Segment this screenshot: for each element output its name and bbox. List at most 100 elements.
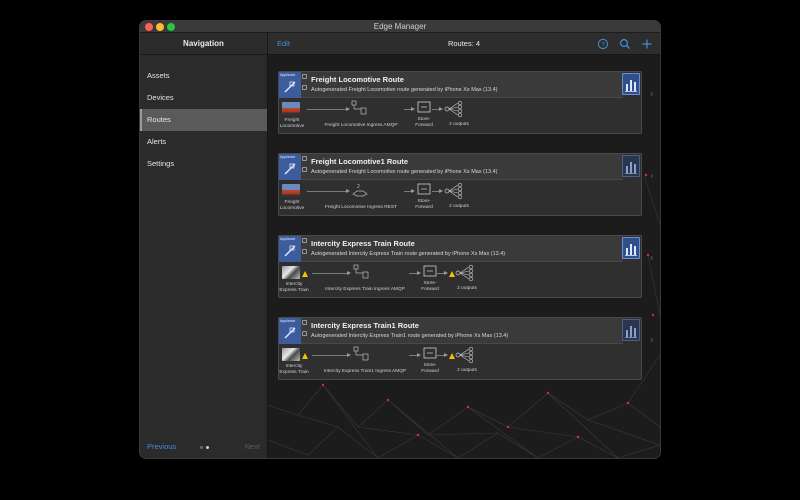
- lock-icon[interactable]: [302, 167, 307, 172]
- store-forward-line2: Forward: [421, 287, 439, 292]
- ingress-icon: [353, 346, 369, 361]
- flow-arrow-head: [411, 189, 415, 193]
- route-stats-button[interactable]: [622, 155, 640, 177]
- store-forward-line2: Forward: [415, 205, 433, 210]
- settings-icon[interactable]: [302, 74, 307, 79]
- bar-chart-icon: [625, 162, 637, 174]
- lock-icon[interactable]: [302, 249, 307, 254]
- route-stats-button[interactable]: [622, 237, 640, 259]
- warning-icon[interactable]: [302, 271, 308, 277]
- route-card[interactable]: Appliance Intercity Express Train1 Route…: [278, 317, 653, 380]
- route-flow: Freight Locomotive 2 Freight Locomotive …: [279, 182, 643, 216]
- title-bar: Edge Manager: [140, 21, 660, 33]
- page-dot-1[interactable]: [200, 446, 203, 449]
- settings-icon[interactable]: [302, 238, 307, 243]
- toolbar: Edit Routes: 4 ?: [268, 33, 660, 55]
- fanout-icon: [455, 346, 474, 364]
- route-title: Intercity Express Train1 Route: [311, 321, 419, 330]
- route-title: Intercity Express Train Route: [311, 239, 415, 248]
- source-label: Intercity Express Train: [279, 364, 309, 376]
- flow-arrow-head: [439, 107, 443, 111]
- chevron-right-icon[interactable]: ›: [650, 253, 653, 262]
- fanout-icon: [444, 100, 463, 118]
- next-button[interactable]: Next: [245, 442, 260, 451]
- flow-arrow-head: [346, 107, 350, 111]
- sidebar-item-devices[interactable]: Devices: [140, 87, 267, 109]
- locomotive-thumbnail: [282, 184, 300, 197]
- warning-icon[interactable]: [302, 353, 308, 359]
- flow-arrow-head: [347, 271, 351, 275]
- outputs-label: 2 outputs: [449, 122, 469, 127]
- ingress-icon: [353, 264, 369, 279]
- window-title: Edge Manager: [373, 22, 427, 31]
- flow-arrow-head: [347, 353, 351, 357]
- lock-icon[interactable]: [302, 331, 307, 336]
- source-label: Freight Locomotive: [279, 200, 305, 212]
- flow-arrow: [312, 273, 348, 274]
- settings-icon[interactable]: [302, 156, 307, 161]
- help-icon[interactable]: ?: [597, 38, 609, 50]
- flow-arrow-head: [346, 189, 350, 193]
- add-icon[interactable]: [641, 38, 653, 50]
- sidebar-footer: Previous Next: [140, 438, 268, 458]
- source-label-line2: Express Train: [279, 288, 309, 293]
- svg-text:?: ?: [601, 41, 605, 48]
- store-forward-icon: [417, 101, 431, 113]
- search-icon[interactable]: [619, 38, 631, 50]
- route-stats-button[interactable]: [622, 319, 640, 341]
- satellite-icon: [284, 81, 296, 93]
- flow-arrow: [307, 191, 347, 192]
- route-flow: Intercity Express Train Intercity Expres…: [279, 264, 643, 298]
- outputs-label: 2 outputs: [457, 286, 477, 291]
- store-forward-icon: [417, 183, 431, 195]
- ingress-label: Intercity Express Train1 Ingress AMQP: [323, 369, 407, 374]
- route-description: Autogenerated Freight Locomotive route g…: [311, 87, 498, 93]
- app-window: Edge Manager Navigation Assets Devices R…: [140, 21, 660, 458]
- route-card-header: Appliance Freight Locomotive Route Autog…: [279, 72, 623, 98]
- appliance-badge[interactable]: Appliance: [279, 236, 301, 262]
- chevron-right-icon[interactable]: ›: [650, 89, 653, 98]
- appliance-badge[interactable]: Appliance: [279, 318, 301, 344]
- appliance-badge[interactable]: Appliance: [279, 154, 301, 180]
- ingress-label: Intercity Express Train Ingress AMQP: [325, 287, 405, 292]
- outputs-label: 2 outputs: [457, 368, 477, 373]
- outputs-label: 2 outputs: [449, 204, 469, 209]
- store-forward-icon: [423, 265, 437, 277]
- source-label-line2: Locomotive: [279, 206, 305, 211]
- sidebar-item-settings[interactable]: Settings: [140, 153, 267, 175]
- source-label-line2: Express Train: [279, 370, 309, 375]
- route-card[interactable]: Appliance Intercity Express Train Route …: [278, 235, 653, 298]
- route-stats-button[interactable]: [622, 73, 640, 95]
- flow-arrow: [307, 109, 347, 110]
- chevron-right-icon[interactable]: ›: [650, 335, 653, 344]
- sidebar-item-routes[interactable]: Routes: [140, 109, 267, 131]
- previous-button[interactable]: Previous: [147, 442, 176, 451]
- route-card-header: Appliance Intercity Express Train Route …: [279, 236, 623, 262]
- chevron-right-icon[interactable]: ›: [650, 171, 653, 180]
- flow-arrow-head: [417, 353, 421, 357]
- source-label: Freight Locomotive: [279, 118, 305, 130]
- source-label: Intercity Express Train: [279, 282, 309, 294]
- sidebar-item-alerts[interactable]: Alerts: [140, 131, 267, 153]
- route-card[interactable]: Appliance Freight Locomotive1 Route Auto…: [278, 153, 653, 216]
- sidebar-item-assets[interactable]: Assets: [140, 65, 267, 87]
- flow-arrow-head: [411, 107, 415, 111]
- satellite-icon: [284, 163, 296, 175]
- page-dot-2[interactable]: [206, 446, 209, 449]
- appliance-badge[interactable]: Appliance: [279, 72, 301, 98]
- settings-icon[interactable]: [302, 320, 307, 325]
- train-thumbnail: [282, 348, 300, 361]
- store-forward-label: Store- Forward: [411, 117, 437, 129]
- flow-arrow: [437, 273, 444, 274]
- route-status-icons: [302, 320, 308, 342]
- lock-icon[interactable]: [302, 85, 307, 90]
- store-forward-label: Store- Forward: [417, 363, 443, 375]
- bar-chart-icon: [625, 244, 637, 256]
- bar-chart-icon: [625, 80, 637, 92]
- flow-arrow-head: [444, 271, 448, 275]
- store-forward-line2: Forward: [415, 123, 433, 128]
- satellite-icon: [284, 245, 296, 257]
- route-card[interactable]: Appliance Freight Locomotive Route Autog…: [278, 71, 653, 134]
- flow-arrow: [437, 355, 444, 356]
- route-title: Freight Locomotive1 Route: [311, 157, 409, 166]
